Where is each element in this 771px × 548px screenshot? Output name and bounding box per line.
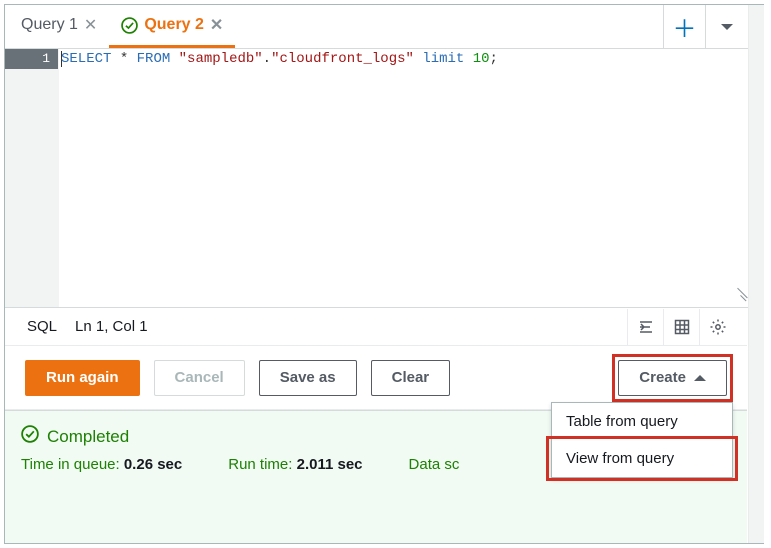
gear-icon[interactable] [699, 309, 735, 345]
cancel-button: Cancel [154, 360, 245, 396]
actions-bar: Run again Cancel Save as Clear Create Ta… [5, 346, 747, 410]
grid-icon[interactable] [663, 309, 699, 345]
sql-token: . [263, 51, 271, 67]
language-label: SQL [27, 318, 57, 335]
sql-editor[interactable]: 1 SELECT * FROM "sampledb"."cloudfront_l… [5, 49, 747, 307]
sql-string: "cloudfront_logs" [271, 51, 414, 67]
resize-handle-icon[interactable] [731, 291, 745, 305]
cursor-position: Ln 1, Col 1 [75, 318, 148, 335]
format-icon[interactable] [627, 309, 663, 345]
tabs-menu-button[interactable] [705, 5, 747, 48]
close-icon[interactable]: ✕ [84, 15, 97, 35]
close-icon[interactable]: ✕ [210, 15, 223, 35]
caret-up-icon [694, 369, 706, 381]
sql-keyword: limit [422, 51, 464, 67]
new-tab-button[interactable]: ＋ [663, 5, 705, 48]
editor-status-line: SQL Ln 1, Col 1 [5, 308, 747, 346]
create-button[interactable]: Create [618, 360, 727, 396]
query-panel: Query 1 ✕ Query 2 ✕ ＋ 1 SELECT * FROM "s… [4, 4, 764, 544]
tab-query-2[interactable]: Query 2 ✕ [109, 5, 235, 48]
editor-gutter: 1 [5, 49, 59, 307]
sql-number: 10 [473, 51, 490, 67]
metric-value: 0.26 sec [124, 456, 182, 473]
create-dropdown: Table from query View from query [551, 402, 733, 478]
tab-label: Query 1 [21, 16, 78, 34]
tab-query-1[interactable]: Query 1 ✕ [9, 5, 109, 48]
scrollbar[interactable] [748, 5, 764, 543]
sql-string: "sampledb" [179, 51, 263, 67]
save-as-button[interactable]: Save as [259, 360, 357, 396]
code-area[interactable]: SELECT * FROM "sampledb"."cloudfront_log… [59, 49, 747, 307]
tabs-bar: Query 1 ✕ Query 2 ✕ ＋ [5, 5, 763, 49]
metric-label: Time in queue: [21, 456, 120, 473]
menu-table-from-query[interactable]: Table from query [552, 403, 732, 440]
sql-token: ; [490, 51, 498, 67]
metric-label: Data sc [409, 456, 460, 473]
run-again-button[interactable]: Run again [25, 360, 140, 396]
sql-token: * [120, 51, 128, 67]
metric-value: 2.011 sec [297, 456, 363, 473]
sql-keyword: FROM [137, 51, 171, 67]
check-circle-icon [21, 425, 39, 448]
sql-keyword: SELECT [61, 51, 111, 67]
line-number: 1 [5, 49, 58, 69]
menu-item-label: View from query [566, 450, 674, 467]
metric-label: Run time: [228, 456, 292, 473]
status-text: Completed [47, 427, 129, 447]
menu-view-from-query[interactable]: View from query [552, 440, 732, 477]
tab-label: Query 2 [144, 16, 204, 34]
create-label: Create [639, 369, 686, 386]
check-circle-icon [121, 17, 138, 34]
clear-button[interactable]: Clear [371, 360, 451, 396]
